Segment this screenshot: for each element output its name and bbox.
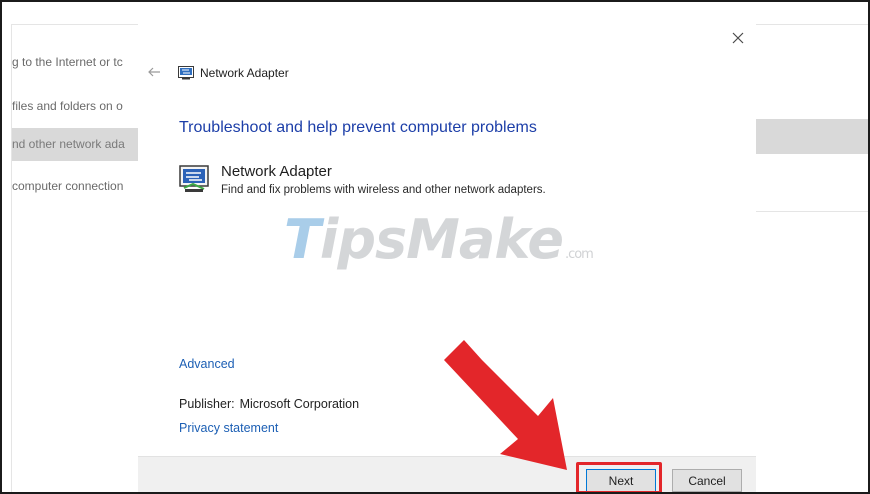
background-list-item[interactable]: g to the Internet or tc: [12, 46, 138, 79]
background-list-item[interactable]: computer connection: [12, 170, 138, 203]
troubleshooter-text: Network Adapter Find and fix problems wi…: [221, 163, 546, 196]
background-list-item[interactable]: files and folders on o: [12, 90, 138, 123]
tipsmake-watermark: TipsMake .com: [284, 208, 594, 271]
watermark-text: ipsMake: [319, 208, 564, 271]
troubleshooter-description: Find and fix problems with wireless and …: [221, 184, 546, 196]
close-icon: [732, 32, 744, 44]
network-adapter-icon: [179, 165, 209, 192]
back-arrow-icon: [148, 67, 160, 77]
background-selection-band: [756, 119, 868, 154]
next-button-highlight: [576, 462, 662, 492]
close-button[interactable]: [724, 24, 752, 52]
watermark-suffix: .com: [564, 247, 594, 262]
back-button[interactable]: [142, 60, 166, 84]
publisher-line: Publisher: Microsoft Corporation: [179, 397, 359, 411]
divider: [11, 24, 138, 25]
dialog-title-row: Network Adapter: [178, 64, 289, 82]
publisher-label: Publisher:: [179, 397, 235, 411]
privacy-statement-link[interactable]: Privacy statement: [179, 421, 278, 435]
background-list-item-selected[interactable]: nd other network ada: [12, 128, 138, 161]
divider: [756, 24, 868, 25]
troubleshooter-name: Network Adapter: [221, 163, 332, 180]
screenshot-frame: g to the Internet or tc files and folder…: [0, 0, 870, 494]
divider: [756, 211, 868, 212]
network-adapter-icon: [178, 66, 194, 80]
dialog-footer: Next Cancel: [138, 456, 756, 492]
watermark-first-letter: T: [284, 208, 321, 271]
background-window-list: g to the Internet or tc files and folder…: [2, 2, 138, 492]
publisher-value: Microsoft Corporation: [239, 397, 360, 411]
troubleshooter-item[interactable]: Network Adapter Find and fix problems wi…: [179, 163, 546, 196]
dialog-title: Network Adapter: [200, 66, 289, 80]
advanced-link[interactable]: Advanced: [179, 357, 235, 371]
cancel-button[interactable]: Cancel: [672, 469, 742, 492]
page-heading: Troubleshoot and help prevent computer p…: [179, 119, 537, 136]
